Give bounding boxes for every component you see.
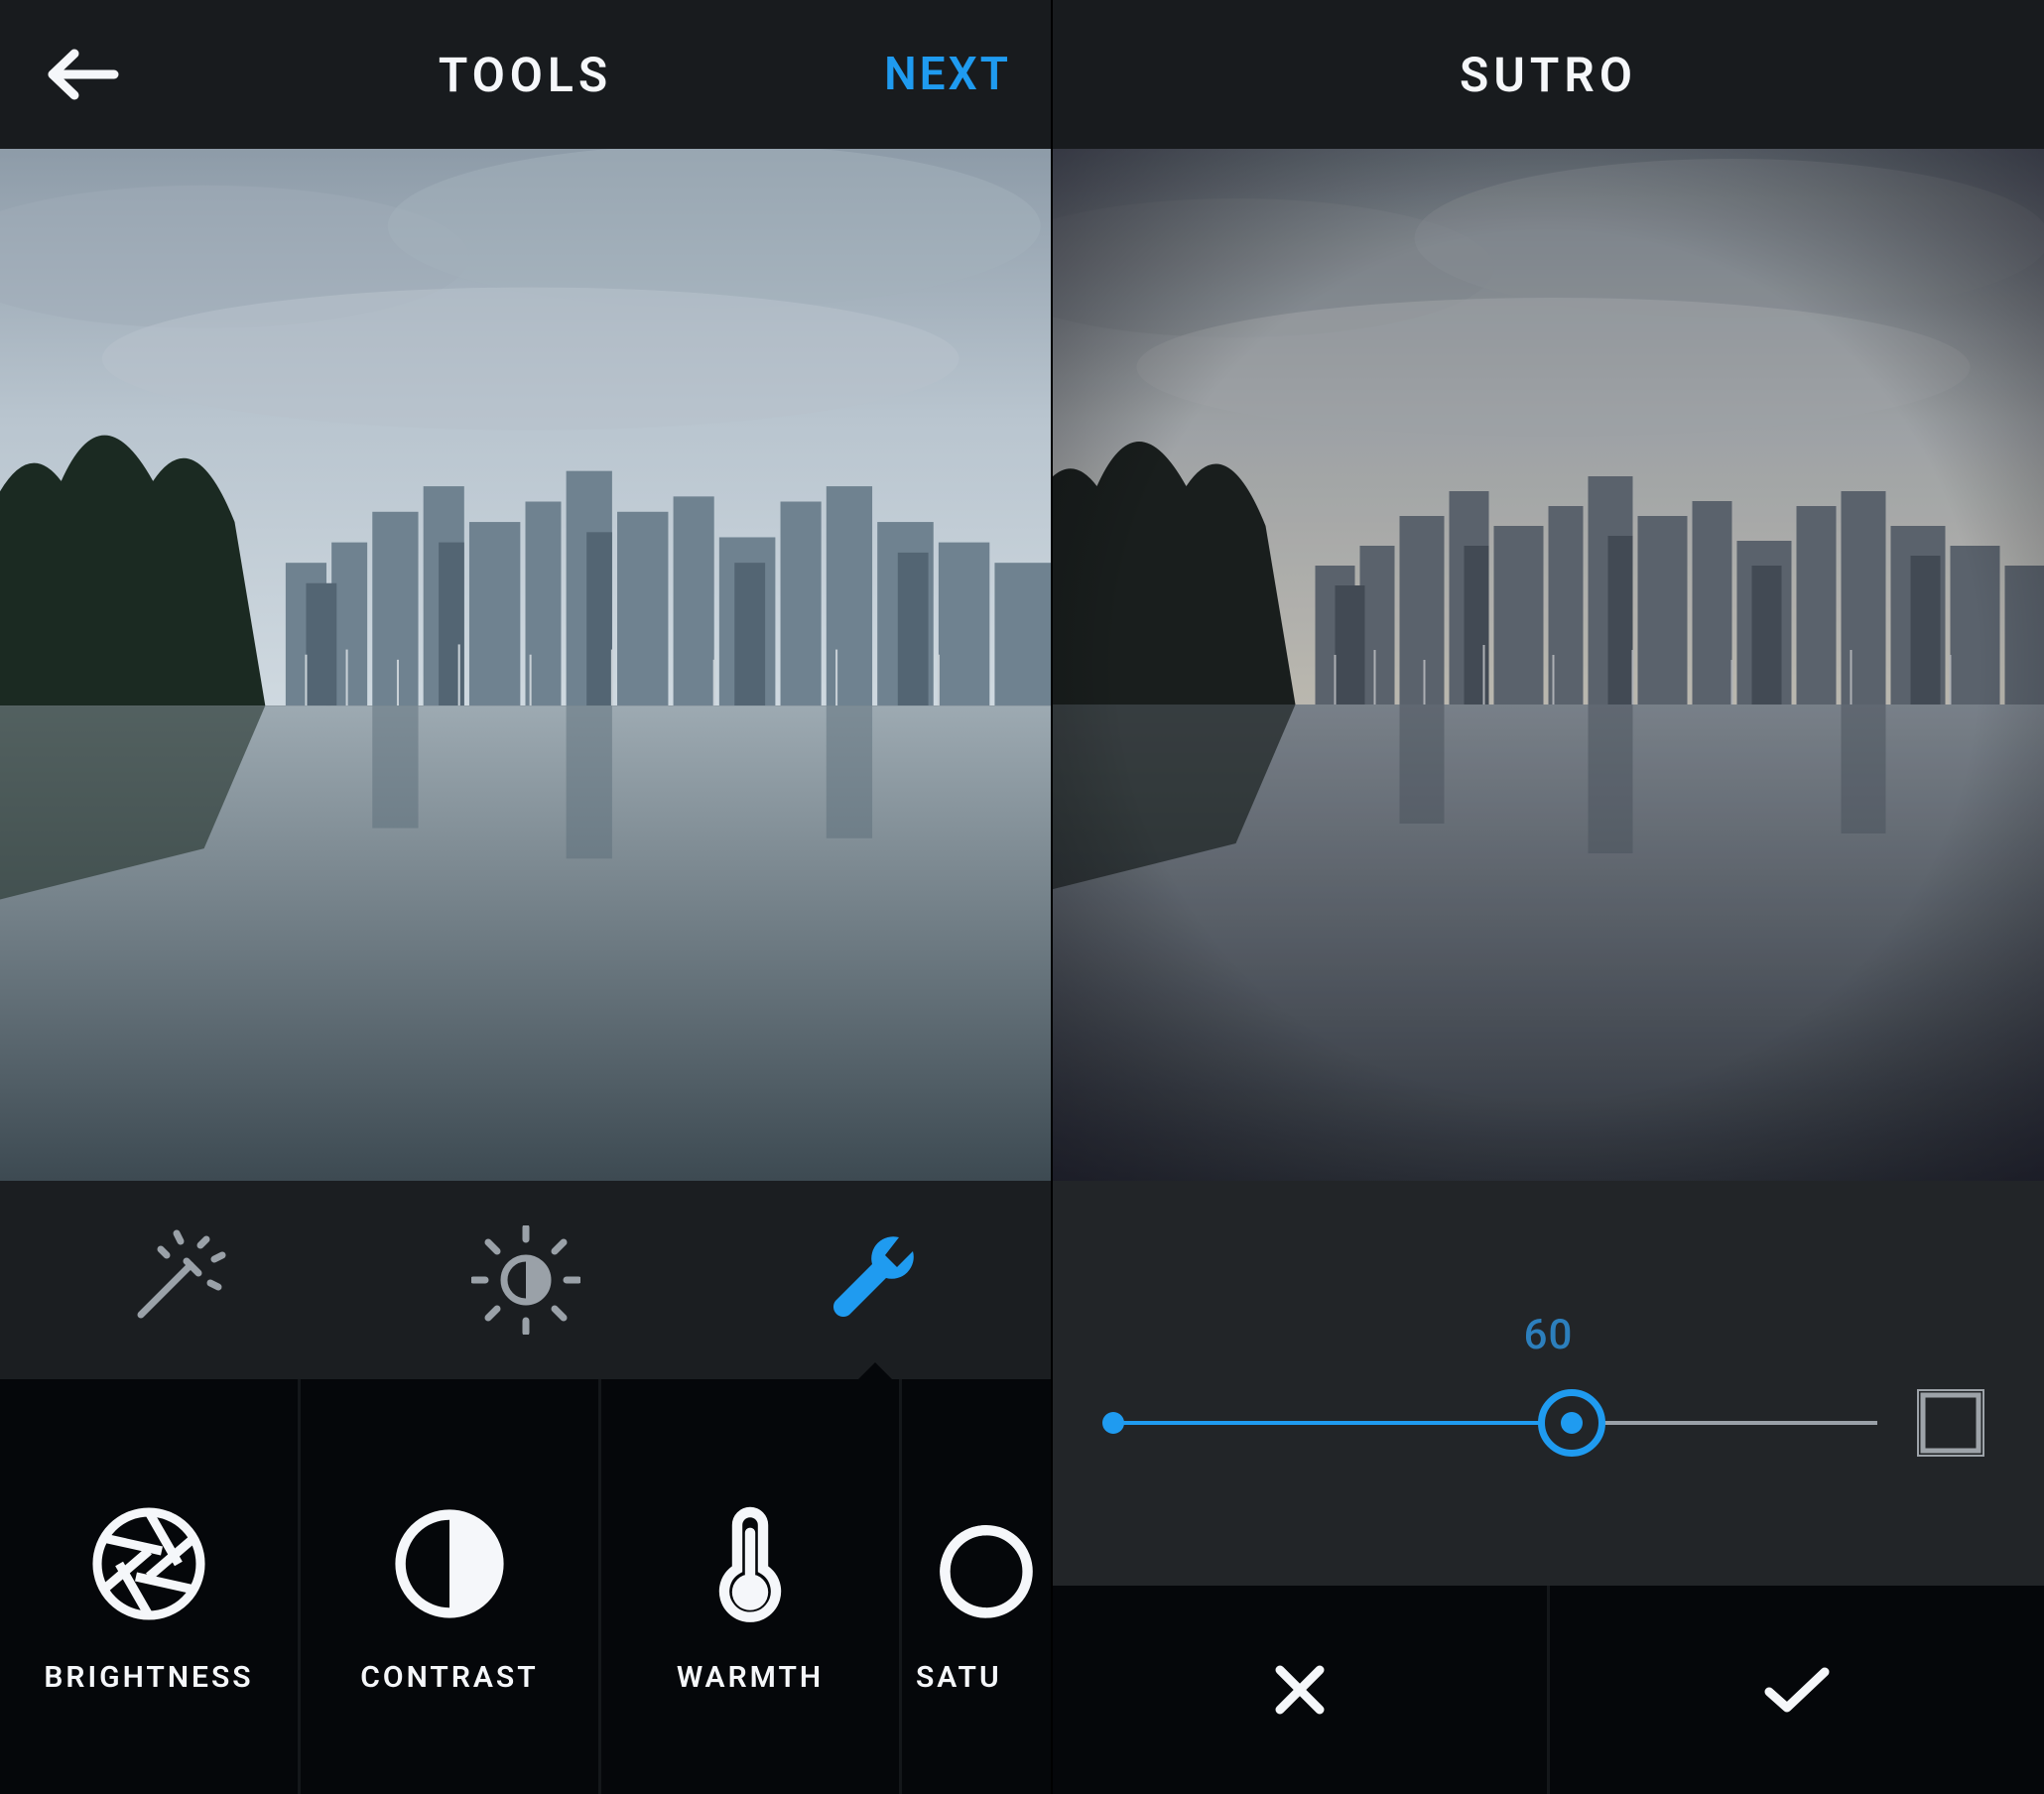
filter-strength-slider[interactable]	[1112, 1393, 1877, 1453]
cancel-button[interactable]	[1053, 1586, 1547, 1794]
tool-contrast[interactable]: CONTRAST	[301, 1379, 601, 1794]
tool-saturation[interactable]: SATU	[902, 1379, 1051, 1794]
slider-value: 60	[1524, 1311, 1574, 1359]
droplet-icon	[922, 1499, 1051, 1628]
tool-brightness[interactable]: BRIGHTNESS	[0, 1379, 301, 1794]
mode-tab-edit[interactable]	[701, 1225, 1051, 1335]
frame-icon	[1917, 1389, 1984, 1457]
filter-adjust-panel: 60	[1053, 1181, 2044, 1794]
tool-label: CONTRAST	[360, 1660, 538, 1695]
filter-title: SUTRO	[1460, 47, 1637, 103]
mode-tab-lux[interactable]	[0, 1225, 350, 1335]
check-icon	[1761, 1662, 1833, 1718]
confirm-row	[1053, 1586, 2044, 1794]
slider-fill	[1112, 1421, 1572, 1425]
wrench-icon	[822, 1225, 931, 1335]
header-bar: SUTRO	[1053, 0, 2044, 149]
tool-warmth[interactable]: WARMTH	[601, 1379, 902, 1794]
confirm-button[interactable]	[1550, 1586, 2044, 1794]
tool-label: WARMTH	[677, 1660, 824, 1695]
back-arrow-icon	[45, 46, 122, 103]
aperture-icon	[84, 1499, 213, 1628]
slider-thumb[interactable]	[1538, 1389, 1605, 1457]
slider-start-dot	[1102, 1412, 1124, 1434]
header-bar: TOOLS NEXT	[0, 0, 1051, 149]
exposure-icon	[471, 1225, 580, 1335]
next-button[interactable]: NEXT	[884, 48, 1011, 101]
mode-tab-row	[0, 1181, 1051, 1379]
mode-tab-caret	[857, 1362, 893, 1380]
tools-carousel[interactable]: BRIGHTNESS CONTRAST	[0, 1379, 1051, 1794]
contrast-icon	[385, 1499, 514, 1628]
close-icon	[1268, 1658, 1332, 1722]
mode-tab-exposure[interactable]	[350, 1225, 701, 1335]
tool-label: SATU	[916, 1660, 1002, 1695]
magic-wand-icon	[121, 1225, 230, 1335]
filter-adjust-screen: SUTRO	[1053, 0, 2044, 1794]
frame-toggle[interactable]	[1917, 1389, 1984, 1457]
tool-label: BRIGHTNESS	[44, 1660, 253, 1695]
thermometer-icon	[686, 1499, 815, 1628]
page-title: TOOLS	[439, 47, 612, 103]
photo-preview-filtered[interactable]	[1053, 149, 2044, 1181]
photo-preview[interactable]	[0, 149, 1051, 1181]
back-button[interactable]	[45, 46, 122, 103]
tools-screen: TOOLS NEXT	[0, 0, 1053, 1794]
